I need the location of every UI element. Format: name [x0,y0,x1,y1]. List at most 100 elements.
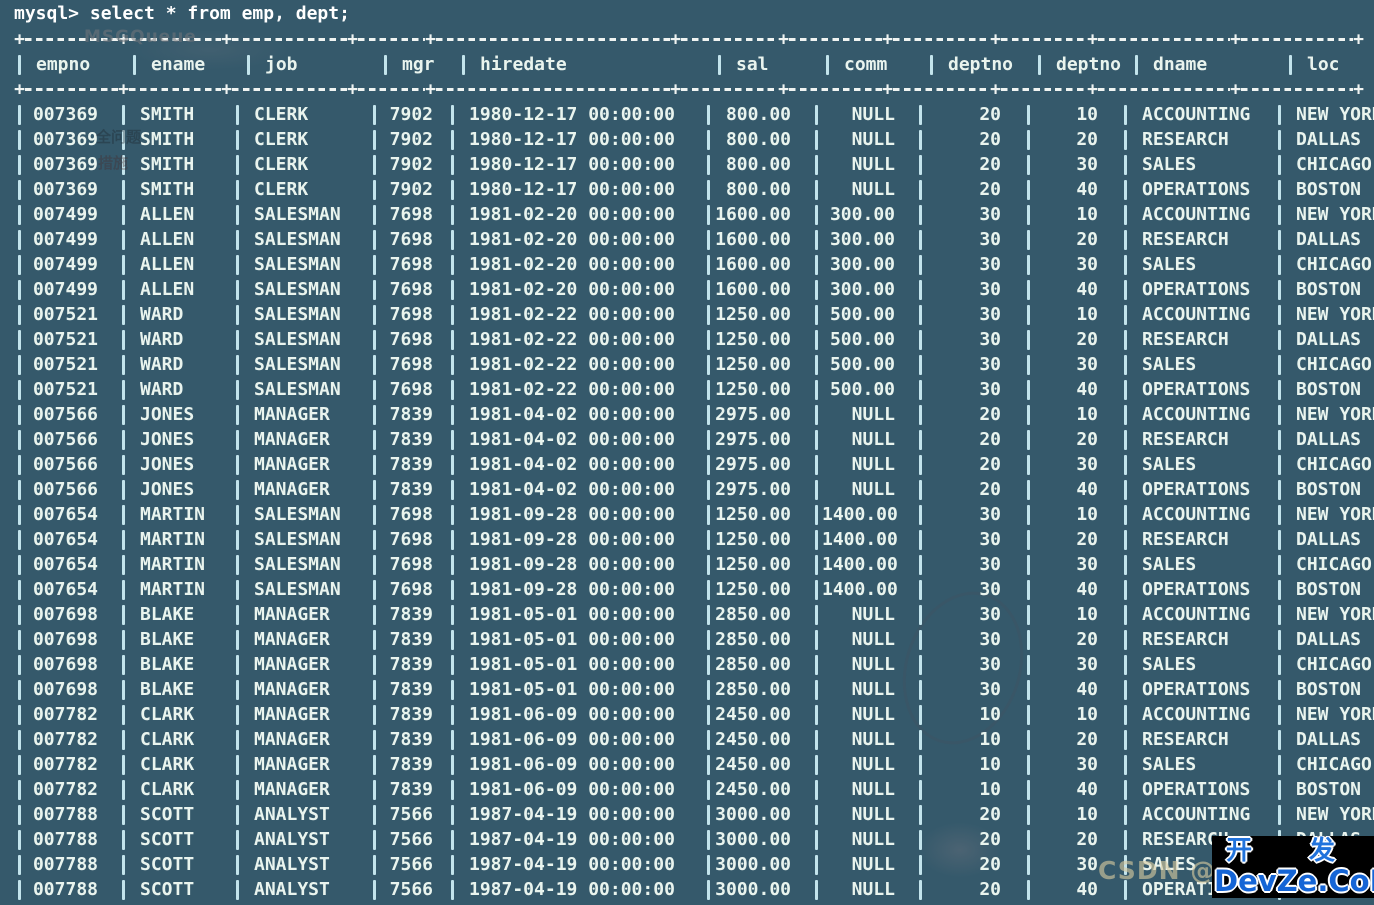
column-separator [232,677,243,702]
table-cell: SCOTT [140,854,195,875]
table-cell: MANAGER [254,629,330,650]
table-cell: 300.00 [829,229,895,250]
table-cell: ACCOUNTING [1142,104,1251,125]
table-cell: 007566 [32,429,98,450]
table-cell: 1981-02-22 00:00:00 [469,329,675,350]
column-separator [703,402,714,427]
column-separator [118,752,129,777]
border-dash-segment [893,27,990,52]
table-cell: 30 [979,629,1001,650]
column-separator [703,727,714,752]
table-cell: MANAGER [254,404,330,425]
column-separator [1274,677,1285,702]
column-separator [447,702,458,727]
table-cell: SCOTT [140,804,195,825]
column-separator [926,52,937,77]
column-separator [703,802,714,827]
column-separator [369,177,380,202]
column-separator [369,702,380,727]
table-cell: 007499 [32,204,98,225]
table-cell: ACCOUNTING [1142,204,1251,225]
table-cell: 7839 [389,754,433,775]
column-separator [232,552,243,577]
table-cell: 30 [1076,754,1098,775]
border-dash-segment [436,77,670,102]
table-cell: DALLAS [1296,229,1362,250]
table-cell: 30 [979,254,1001,275]
column-separator [118,502,129,527]
column-separator [232,352,243,377]
table-cell: 10 [1076,704,1098,725]
column-separator [915,627,926,652]
column-separator [1023,577,1034,602]
column-separator [703,602,714,627]
column-separator [447,477,458,502]
border-junction: + [1353,29,1364,50]
table-cell: BLAKE [140,654,195,675]
table-cell: OPERATIONS [1142,479,1251,500]
column-separator [369,552,380,577]
table-cell: 007654 [32,529,98,550]
table-cell: 1981-05-01 00:00:00 [469,604,675,625]
table-cell: 300.00 [829,204,895,225]
column-separator [1120,227,1131,252]
column-separator [232,252,243,277]
column-separator [447,252,458,277]
column-separator [1023,427,1034,452]
column-separator [915,177,926,202]
mysql-terminal-screen[interactable]: mysql> select * from emp, dept; + + + + + + + +… [0,0,1374,905]
column-separator [447,377,458,402]
column-separator [118,202,129,227]
table-cell: 7839 [389,729,433,750]
table-cell: 30 [1076,354,1098,375]
table-cell: NULL [851,804,895,825]
column-separator [703,127,714,152]
table-cell: 3000.00 [715,879,791,900]
table-cell: 10 [1076,804,1098,825]
column-separator [1023,627,1034,652]
column-separator [915,727,926,752]
table-row: 007369 SMITH CLERK 7902 1980-12-17 00:00:00 8… [14,102,1374,127]
border-dash-segment [129,77,221,102]
table-cell: MARTIN [140,579,206,600]
table-cell: 7698 [389,304,433,325]
table-cell: 007654 [32,504,98,525]
column-separator [232,577,243,602]
column-separator [14,377,25,402]
table-cell: DALLAS [1296,129,1362,150]
table-cell: CLERK [254,129,309,150]
table-cell: 007521 [32,379,98,400]
table-cell: 20 [979,104,1001,125]
column-separator [1023,877,1034,902]
table-cell: 007782 [32,779,98,800]
column-separator [369,127,380,152]
column-separator [703,527,714,552]
column-separator [1023,752,1034,777]
table-cell: 1987-04-19 00:00:00 [469,879,675,900]
table-border-line: + + + + + + + + + + + + [14,77,1374,102]
table-row: 007499 ALLEN SALESMAN 7698 1981-02-20 00:00:… [14,202,1374,227]
table-cell: SALES [1142,454,1197,475]
column-separator [14,152,25,177]
column-separator [1023,227,1034,252]
table-cell: 007788 [32,829,98,850]
column-header: empno [36,54,91,75]
table-row: 007788 SCOTT ANALYST 7566 1987-04-19 00:00:0… [14,827,1374,852]
table-cell: 300.00 [829,254,895,275]
column-separator [369,602,380,627]
table-cell: 30 [979,529,1001,550]
table-cell: 20 [979,154,1001,175]
column-separator [1120,527,1131,552]
table-cell: 7698 [389,579,433,600]
table-row: 007521 WARD SALESMAN 7698 1981-02-22 00:00:0… [14,352,1374,377]
column-separator [703,702,714,727]
devze-watermark-badge: 开 发 者 DevZe.CoM [1212,836,1374,898]
table-cell: MARTIN [140,529,206,550]
table-cell: 1981-05-01 00:00:00 [469,654,675,675]
column-separator [369,377,380,402]
column-separator [1120,827,1131,852]
column-separator [915,852,926,877]
column-separator [369,752,380,777]
table-cell: 2450.00 [715,779,791,800]
column-separator [118,177,129,202]
